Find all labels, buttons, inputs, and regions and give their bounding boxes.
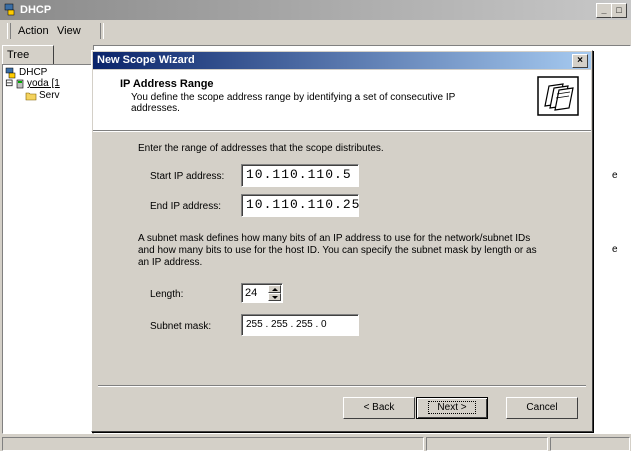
server-icon: [16, 79, 24, 89]
length-stepper[interactable]: 24: [241, 283, 283, 303]
folders-icon: [537, 76, 579, 116]
length-value: 24: [245, 287, 258, 299]
minimize-button[interactable]: _: [596, 3, 612, 18]
stepper-down-button[interactable]: [268, 293, 281, 301]
tab-tree[interactable]: Tree: [2, 45, 54, 65]
tree-node-scope[interactable]: Serv: [39, 90, 60, 101]
header-divider: [93, 131, 591, 132]
subnet-mask-field[interactable]: 255 . 255 . 255 . 0: [241, 314, 359, 336]
console-title: DHCP: [20, 4, 52, 16]
cancel-button[interactable]: Cancel: [506, 397, 578, 419]
dialog-title: New Scope Wizard: [97, 54, 195, 66]
arrow-up-icon: [272, 288, 278, 291]
tree-node-server[interactable]: yoda [1: [27, 78, 60, 89]
footer-divider: [98, 385, 586, 387]
details-text-fragment: e: [612, 170, 618, 181]
header-subtitle: You define the scope address range by id…: [131, 92, 456, 114]
toolbar-separator: [100, 23, 104, 39]
console-menu-bar: Action View: [0, 20, 631, 42]
arrow-down-icon: [272, 296, 278, 299]
dialog-title-bar[interactable]: New Scope Wizard ×: [93, 52, 591, 69]
end-ip-field[interactable]: 10.110.110.25: [241, 194, 359, 217]
wizard-header: IP Address Range You define the scope ad…: [93, 70, 591, 131]
length-label: Length:: [150, 289, 184, 300]
maximize-button[interactable]: □: [611, 3, 627, 18]
close-button[interactable]: ×: [572, 54, 588, 68]
next-button[interactable]: Next >: [416, 397, 488, 419]
start-ip-label: Start IP address:: [150, 171, 225, 182]
start-ip-field[interactable]: 10.110.110.5: [241, 164, 359, 187]
back-button[interactable]: < Back: [343, 397, 415, 419]
folder-icon: [25, 92, 37, 101]
console-title-bar: DHCP _ □: [0, 0, 631, 20]
range-intro-text: Enter the range of addresses that the sc…: [138, 143, 384, 154]
subnet-mask-label: Subnet mask:: [150, 321, 212, 332]
details-text-fragment: e: [612, 244, 618, 255]
expand-icon[interactable]: ⊟: [5, 78, 13, 89]
stepper-up-button[interactable]: [268, 285, 281, 293]
tree-pane: DHCP ⊟ yoda [1 Serv: [2, 64, 92, 434]
status-cell: [426, 437, 548, 451]
menu-view[interactable]: View: [57, 25, 81, 37]
subnet-explanation-text: A subnet mask defines how many bits of a…: [138, 233, 537, 268]
menu-grip: [7, 23, 11, 39]
header-title: IP Address Range: [120, 78, 214, 90]
status-bar: [0, 436, 631, 451]
tree-node-dhcp[interactable]: DHCP: [19, 67, 47, 78]
end-ip-label: End IP address:: [150, 201, 221, 212]
new-scope-wizard-dialog: New Scope Wizard × IP Address Range You …: [91, 50, 593, 432]
stepper-buttons: [268, 285, 281, 301]
menu-action[interactable]: Action: [18, 25, 49, 37]
status-cell: [2, 437, 424, 451]
dhcp-app-icon: [4, 3, 15, 16]
status-cell: [550, 437, 630, 451]
